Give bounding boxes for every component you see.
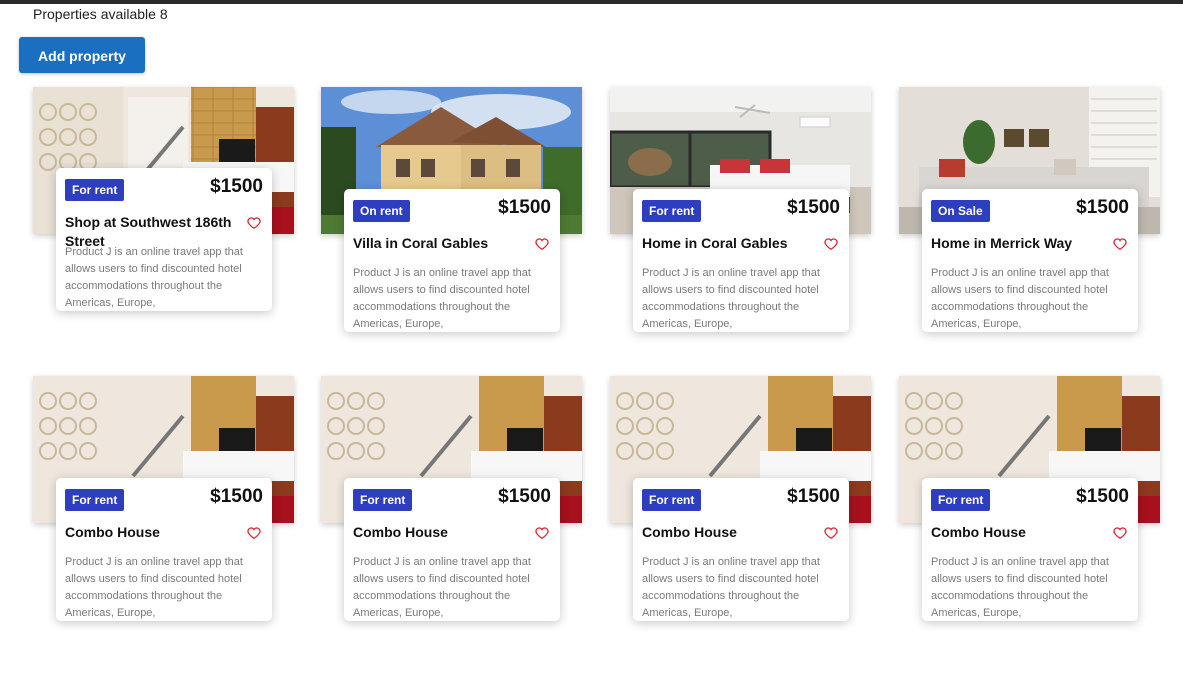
status-badge: For rent	[65, 489, 125, 511]
property-card[interactable]: For rent $1500 Combo House Product J is …	[610, 376, 871, 636]
status-badge: For rent	[642, 489, 702, 511]
property-title[interactable]: Combo House	[931, 523, 1106, 542]
property-price: $1500	[787, 197, 840, 218]
property-price: $1500	[1076, 486, 1129, 507]
property-price: $1500	[210, 176, 263, 197]
property-price: $1500	[787, 486, 840, 507]
property-description: Product J is an online travel app that a…	[642, 267, 820, 330]
top-border	[0, 0, 1183, 4]
heart-icon[interactable]	[824, 237, 838, 251]
heart-icon[interactable]	[247, 216, 261, 230]
property-price: $1500	[210, 486, 263, 507]
property-title[interactable]: Combo House	[65, 523, 240, 542]
property-description: Product J is an online travel app that a…	[642, 556, 820, 619]
property-details: For rent $1500 Shop at Southwest 186th S…	[56, 168, 272, 311]
add-property-button[interactable]: Add property	[19, 37, 145, 73]
property-title[interactable]: Villa in Coral Gables	[353, 234, 528, 253]
heart-icon[interactable]	[535, 526, 549, 540]
property-details: For rent $1500 Combo House Product J is …	[344, 478, 560, 621]
property-details: For rent $1500 Combo House Product J is …	[633, 478, 849, 621]
property-card[interactable]: On Sale $1500 Home in Merrick Way Produc…	[899, 87, 1160, 347]
status-badge: For rent	[353, 489, 413, 511]
property-card[interactable]: For rent $1500 Combo House Product J is …	[899, 376, 1160, 636]
property-price: $1500	[498, 486, 551, 507]
property-description: Product J is an online travel app that a…	[931, 556, 1109, 619]
property-price: $1500	[1076, 197, 1129, 218]
status-badge: On Sale	[931, 200, 990, 222]
property-card[interactable]: For rent $1500 Home in Coral Gables Prod…	[610, 87, 871, 347]
property-description: Product J is an online travel app that a…	[931, 267, 1109, 330]
property-title[interactable]: Combo House	[642, 523, 817, 542]
heart-icon[interactable]	[824, 526, 838, 540]
property-card[interactable]: On rent $1500 Villa in Coral Gables Prod…	[321, 87, 582, 347]
property-details: On rent $1500 Villa in Coral Gables Prod…	[344, 189, 560, 332]
property-description: Product J is an online travel app that a…	[353, 267, 531, 330]
property-description: Product J is an online travel app that a…	[65, 556, 243, 619]
property-details: For rent $1500 Combo House Product J is …	[922, 478, 1138, 621]
properties-count: Properties available 8	[33, 6, 168, 22]
heart-icon[interactable]	[247, 526, 261, 540]
property-description: Product J is an online travel app that a…	[353, 556, 531, 619]
heart-icon[interactable]	[535, 237, 549, 251]
property-details: For rent $1500 Combo House Product J is …	[56, 478, 272, 621]
property-title[interactable]: Home in Merrick Way	[931, 234, 1106, 253]
status-badge: For rent	[642, 200, 702, 222]
heart-icon[interactable]	[1113, 526, 1127, 540]
property-card[interactable]: For rent $1500 Shop at Southwest 186th S…	[33, 87, 294, 347]
property-card[interactable]: For rent $1500 Combo House Product J is …	[321, 376, 582, 636]
property-description: Product J is an online travel app that a…	[65, 246, 243, 309]
property-title[interactable]: Home in Coral Gables	[642, 234, 817, 253]
property-details: For rent $1500 Home in Coral Gables Prod…	[633, 189, 849, 332]
status-badge: For rent	[931, 489, 991, 511]
property-title[interactable]: Combo House	[353, 523, 528, 542]
status-badge: For rent	[65, 179, 125, 201]
status-badge: On rent	[353, 200, 410, 222]
heart-icon[interactable]	[1113, 237, 1127, 251]
property-card[interactable]: For rent $1500 Combo House Product J is …	[33, 376, 294, 636]
property-details: On Sale $1500 Home in Merrick Way Produc…	[922, 189, 1138, 332]
property-price: $1500	[498, 197, 551, 218]
